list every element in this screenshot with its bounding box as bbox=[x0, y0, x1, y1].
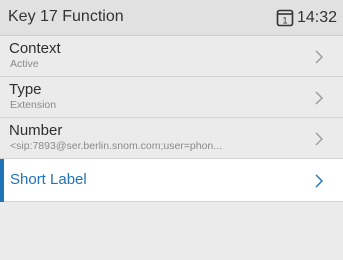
clock: 14:32 bbox=[296, 9, 337, 26]
list-item-label: Type bbox=[9, 81, 42, 98]
phone-screen: Key 17 Function 1 14:32 Context Active T… bbox=[0, 0, 343, 260]
chevron-right-icon bbox=[315, 91, 323, 105]
status-area: 1 14:32 bbox=[276, 8, 337, 28]
settings-list: Context Active Type Extension Number <si… bbox=[0, 36, 343, 202]
line-badge: 1 bbox=[282, 16, 287, 26]
list-item-value: Extension bbox=[10, 99, 57, 111]
chevron-right-icon bbox=[315, 132, 323, 146]
list-item-label: Number bbox=[9, 122, 63, 139]
chevron-right-icon bbox=[315, 50, 323, 64]
list-item-short-label[interactable]: Short Label bbox=[0, 159, 343, 202]
list-item-type[interactable]: Type Extension bbox=[0, 77, 343, 118]
title-bar: Key 17 Function 1 14:32 bbox=[0, 0, 343, 36]
line-status-icon: 1 bbox=[276, 9, 294, 27]
list-item-number[interactable]: Number <sip:7893@ser.berlin.snom.com;use… bbox=[0, 118, 343, 159]
list-item-context[interactable]: Context Active bbox=[0, 36, 343, 77]
list-item-label: Context bbox=[9, 40, 61, 57]
selection-indicator bbox=[0, 159, 4, 202]
chevron-right-icon bbox=[315, 174, 323, 188]
list-item-value: <sip:7893@ser.berlin.snom.com;user=phon.… bbox=[10, 140, 223, 152]
page-title: Key 17 Function bbox=[8, 8, 124, 25]
list-item-value: Active bbox=[10, 58, 39, 70]
list-item-label: Short Label bbox=[10, 171, 87, 188]
